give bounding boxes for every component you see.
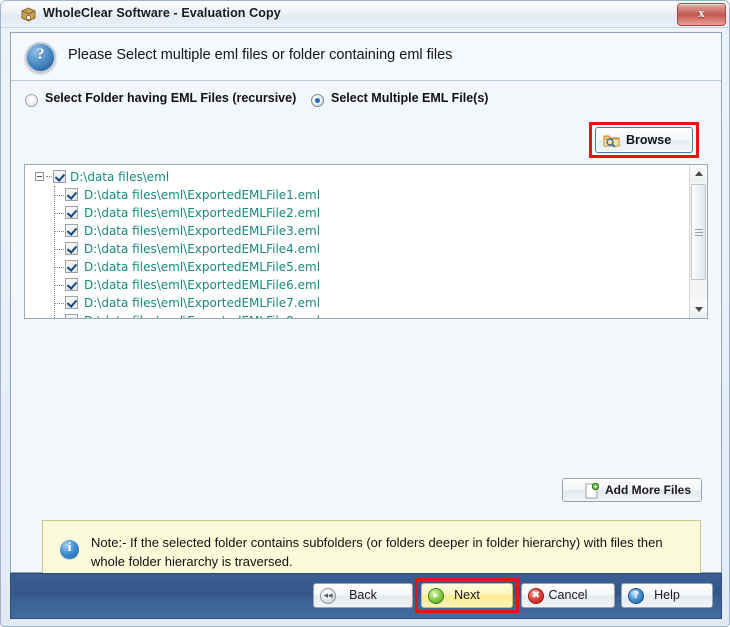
tree-connector: [54, 231, 64, 233]
file-list-box[interactable]: D:\data files\eml D:\data files\eml\Expo…: [24, 164, 708, 319]
help-button[interactable]: ? Help: [621, 583, 713, 608]
tree-connector: [54, 213, 64, 215]
tree-file-label: D:\data files\eml\ExportedEMLFile5.eml: [84, 260, 321, 274]
file-checkbox[interactable]: [65, 224, 78, 237]
tree-file-node[interactable]: D:\data files\eml\ExportedEMLFile4.eml: [25, 240, 689, 258]
browse-button-label: Browse: [626, 133, 672, 147]
file-checkbox[interactable]: [65, 260, 78, 273]
title-bar: WholeClear Software - Evaluation Copy x: [1, 1, 729, 28]
root-checkbox[interactable]: [53, 170, 66, 183]
window-title: WholeClear Software - Evaluation Copy: [43, 6, 281, 20]
tree-connector: [54, 249, 64, 251]
tree-file-node[interactable]: D:\data files\eml\ExportedEMLFile1.eml: [25, 186, 689, 204]
tree-children-container: D:\data files\eml\ExportedEMLFile1.eml D:…: [25, 186, 689, 318]
tree-file-label: D:\data files\eml\ExportedEMLFile1.eml: [84, 188, 321, 202]
tree-file-label: D:\data files\eml\ExportedEMLFile7.eml: [84, 296, 321, 310]
scroll-down-button[interactable]: [690, 301, 707, 318]
tree-root-node[interactable]: D:\data files\eml: [25, 168, 689, 318]
application-window: WholeClear Software - Evaluation Copy x …: [0, 0, 730, 627]
radio-files-label: Select Multiple EML File(s): [331, 91, 489, 105]
collapse-icon[interactable]: [35, 172, 44, 181]
chevron-down-icon: [695, 307, 703, 312]
cancel-button[interactable]: ✖ Cancel: [521, 583, 615, 608]
close-button[interactable]: x: [677, 3, 726, 26]
question-mark-icon: ?: [25, 42, 56, 73]
file-checkbox[interactable]: [65, 242, 78, 255]
file-add-icon: [585, 482, 600, 499]
chevron-up-icon: [695, 171, 703, 176]
client-panel: ? Please Select multiple eml files or fo…: [10, 32, 722, 580]
back-button[interactable]: ◂◂ Back: [313, 583, 413, 608]
add-more-files-label: Add More Files: [605, 483, 692, 497]
scrollbar-thumb[interactable]: [691, 184, 706, 280]
file-checkbox[interactable]: [65, 188, 78, 201]
file-checkbox[interactable]: [65, 296, 78, 309]
note-text: Note:- If the selected folder contains s…: [91, 535, 663, 569]
back-button-label: Back: [349, 588, 377, 602]
next-button[interactable]: ▸ Next: [421, 583, 513, 608]
radio-files-indicator: [311, 94, 324, 107]
tree-file-node[interactable]: D:\data files\eml\ExportedEMLFile6.eml: [25, 276, 689, 294]
file-checkbox[interactable]: [65, 206, 78, 219]
file-tree: D:\data files\eml D:\data files\eml\Expo…: [25, 165, 689, 318]
tree-file-label: D:\data files\eml\ExportedEMLFile3.eml: [84, 224, 321, 238]
tree-file-node[interactable]: D:\data files\eml\ExportedEMLFile2.eml: [25, 204, 689, 222]
tree-file-label: D:\data files\eml\ExportedEMLFile4.eml: [84, 242, 321, 256]
note-panel: i Note:- If the selected folder contains…: [42, 520, 701, 580]
info-icon: i: [60, 539, 79, 559]
app-icon: [20, 6, 37, 23]
folder-search-icon: [603, 133, 620, 148]
tree-file-node[interactable]: D:\data files\eml\ExportedEMLFile8.eml: [25, 312, 689, 318]
tree-connector: [54, 303, 64, 305]
tree-file-node[interactable]: D:\data files\eml\ExportedEMLFile5.eml: [25, 258, 689, 276]
info-glyph: i: [67, 539, 72, 554]
instruction-text: Please Select multiple eml files or fold…: [68, 47, 453, 63]
tree-file-label: D:\data files\eml\ExportedEMLFile6.eml: [84, 278, 321, 292]
footer-bar: ◂◂ Back ▸ Next ✖ Cancel ? Help: [10, 573, 722, 619]
file-checkbox[interactable]: [65, 278, 78, 291]
radio-folder-label: Select Folder having EML Files (recursiv…: [45, 91, 297, 105]
tree-file-label: D:\data files\eml\ExportedEMLFile8.eml: [67, 312, 320, 318]
tree-connector: [54, 285, 64, 287]
tree-connector: [54, 195, 64, 197]
tree-connector: [54, 267, 64, 269]
browse-button[interactable]: Browse: [595, 127, 693, 153]
tree-file-node[interactable]: D:\data files\eml\ExportedEMLFile7.eml: [25, 294, 689, 312]
source-mode-options: Select Folder having EML Files (recursiv…: [11, 82, 721, 121]
cancel-button-label: Cancel: [548, 588, 588, 602]
file-checkbox[interactable]: [65, 314, 78, 318]
tree-file-label: D:\data files\eml\ExportedEMLFile2.eml: [84, 206, 321, 220]
instruction-header: ? Please Select multiple eml files or fo…: [11, 33, 721, 81]
tree-file-node[interactable]: D:\data files\eml\ExportedEMLFile3.eml: [25, 222, 689, 240]
next-button-label: Next: [454, 588, 480, 602]
close-icon: x: [698, 5, 705, 20]
radio-folder-indicator: [25, 94, 38, 107]
list-scrollbar[interactable]: [689, 165, 707, 318]
add-more-files-button[interactable]: Add More Files: [562, 478, 702, 502]
help-button-label: Help: [654, 588, 680, 602]
scroll-up-button[interactable]: [690, 165, 707, 182]
question-mark-glyph: ?: [36, 46, 45, 63]
scrollbar-grip-icon: [695, 229, 703, 230]
